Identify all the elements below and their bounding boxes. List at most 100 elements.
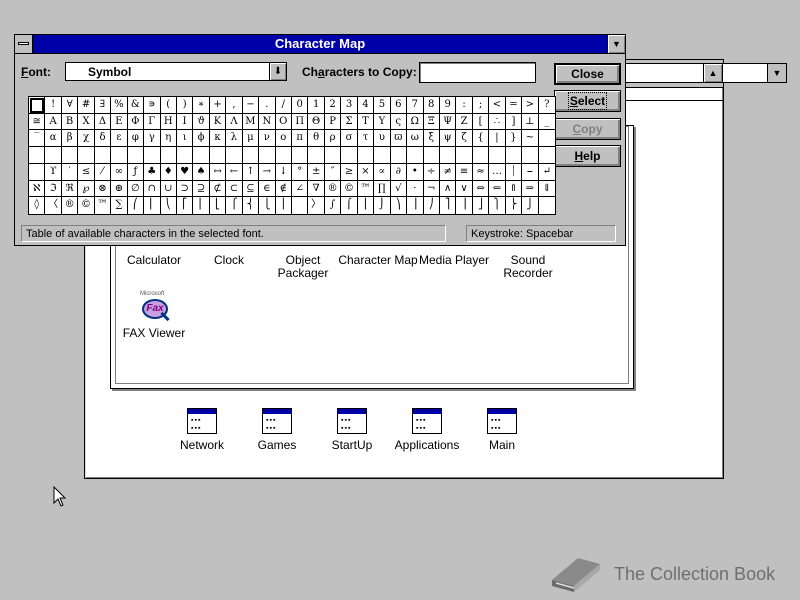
character-cell[interactable]: ∅ (127, 180, 145, 198)
character-cell[interactable] (292, 197, 309, 214)
character-cell[interactable]: Ω (407, 113, 424, 131)
character-cell[interactable]: ◊ (29, 197, 46, 214)
character-cell[interactable]: ⎭ (522, 197, 539, 214)
character-cell[interactable]: θ (308, 130, 325, 148)
character-cell[interactable]: / (275, 97, 292, 114)
character-cell[interactable]: Γ (144, 113, 161, 131)
character-cell[interactable]: β (61, 130, 79, 148)
character-cell[interactable] (505, 147, 523, 164)
character-cell[interactable]: 8 (423, 97, 440, 114)
character-cell[interactable]: ⎢ (193, 197, 210, 214)
character-cell[interactable]: ⎞ (391, 197, 408, 214)
character-cell[interactable]: ⇒ (522, 180, 539, 198)
character-cell[interactable]: ± (308, 163, 325, 181)
character-cell[interactable]: Ι (176, 113, 194, 131)
character-cell[interactable]: ¬ (423, 180, 440, 198)
character-cell[interactable]: φ (127, 130, 145, 148)
character-cell[interactable] (456, 147, 473, 164)
character-cell[interactable]: ! (45, 97, 62, 114)
character-cell[interactable]: ∫ (325, 197, 342, 214)
character-cell[interactable] (226, 147, 243, 164)
character-cell[interactable]: ∉ (275, 180, 292, 198)
character-cell[interactable]: Τ (357, 113, 375, 131)
character-cell[interactable]: 1 (308, 97, 325, 114)
character-cell[interactable] (144, 147, 161, 164)
dropdown-arrow-icon[interactable]: ⬇ (269, 63, 286, 80)
character-cell[interactable] (193, 147, 210, 164)
character-cell[interactable]: ⇑ (505, 180, 523, 198)
character-cell[interactable]: → (259, 163, 276, 181)
character-cell[interactable] (78, 147, 95, 164)
character-cell[interactable] (160, 147, 177, 164)
character-cell[interactable]: ⎥ (456, 197, 473, 214)
character-cell[interactable] (176, 147, 194, 164)
character-cell[interactable]: ι (176, 130, 194, 148)
character-cell[interactable] (407, 147, 424, 164)
character-cell[interactable]: ⎠ (424, 197, 440, 214)
character-cell[interactable] (45, 147, 62, 164)
character-cell[interactable]: ∏ (374, 180, 391, 198)
character-cell[interactable]: ⎝ (161, 197, 177, 214)
character-cell[interactable] (209, 147, 227, 164)
character-cell[interactable]: , (226, 97, 243, 114)
character-cell[interactable]: ⎮ (358, 197, 375, 214)
character-cell[interactable]: ∩ (144, 180, 161, 198)
character-cell[interactable] (472, 147, 490, 164)
character-cell[interactable]: ♦ (160, 163, 177, 181)
character-cell[interactable]: 0 (292, 97, 309, 114)
character-cell[interactable]: ∧ (439, 180, 457, 198)
character-cell[interactable]: ( (160, 97, 177, 114)
character-cell[interactable]: α (45, 130, 62, 148)
character-cell[interactable]: ϕ (193, 130, 210, 148)
character-cell[interactable]: ) (176, 97, 194, 114)
program-sound-recorder[interactable]: Sound Recorder (488, 240, 568, 280)
character-cell[interactable]: Σ (341, 113, 358, 131)
character-cell[interactable]: ⎛ (128, 197, 145, 214)
character-cell[interactable]: ϑ (193, 113, 210, 131)
character-cell[interactable] (390, 147, 408, 164)
character-cell[interactable]: Ρ (324, 113, 342, 131)
character-cell[interactable]: Ο (275, 113, 292, 131)
character-cell[interactable]: Ζ (456, 113, 473, 131)
character-cell[interactable]: [ (472, 113, 490, 131)
character-cell[interactable]: ⎟ (407, 197, 424, 214)
character-cell[interactable]: ⎦ (473, 197, 490, 214)
character-cell[interactable]: 7 (407, 97, 424, 114)
character-cell[interactable] (324, 147, 342, 164)
character-cell[interactable]: 9 (439, 97, 457, 114)
character-cell[interactable]: ς (390, 113, 408, 131)
character-cell[interactable]: Ξ (423, 113, 440, 131)
character-cell[interactable] (489, 147, 506, 164)
close-button[interactable]: Close (554, 63, 621, 85)
character-cell[interactable] (61, 147, 79, 164)
character-cell[interactable]: ′ (61, 163, 79, 181)
program-object-packager[interactable]: Object Packager (263, 240, 343, 280)
character-cell[interactable]: ° (292, 163, 309, 181)
character-cell[interactable]: < (489, 97, 506, 114)
character-cell[interactable]: ∑ (111, 197, 128, 214)
character-cell[interactable]: ⌡ (374, 197, 391, 214)
character-cell[interactable]: ⊗ (94, 180, 112, 198)
character-cell[interactable]: ® (62, 197, 79, 214)
character-cell[interactable]: > (522, 97, 539, 114)
group-main[interactable]: ▪▪▪ ▪▪▪ Main (467, 408, 537, 452)
character-cell[interactable]: Υ (374, 113, 391, 131)
system-menu-icon[interactable] (15, 35, 33, 53)
character-cell[interactable]: 3 (341, 97, 358, 114)
character-cell[interactable]: ∗ (193, 97, 210, 114)
character-cell[interactable]: ♠ (193, 163, 210, 181)
character-cell[interactable] (538, 130, 555, 148)
character-cell[interactable]: ≥ (341, 163, 358, 181)
group-startup[interactable]: ▪▪▪ ▪▪▪ StartUp (317, 408, 387, 452)
character-cell[interactable]: } (505, 130, 523, 148)
program-fax-viewer[interactable]: Microsoft Fax FAX Viewer (114, 291, 194, 340)
character-cell[interactable]: ; (472, 97, 490, 114)
character-cell[interactable] (357, 147, 375, 164)
character-cell[interactable]: ∀ (61, 97, 79, 114)
character-cell[interactable]: ≅ (29, 113, 46, 131)
character-cell[interactable]: ⊕ (111, 180, 128, 198)
character-cell[interactable]: ↓ (275, 163, 292, 181)
character-cell[interactable]: Ν (259, 113, 276, 131)
character-cell[interactable] (29, 147, 46, 164)
character-cell[interactable] (308, 147, 325, 164)
